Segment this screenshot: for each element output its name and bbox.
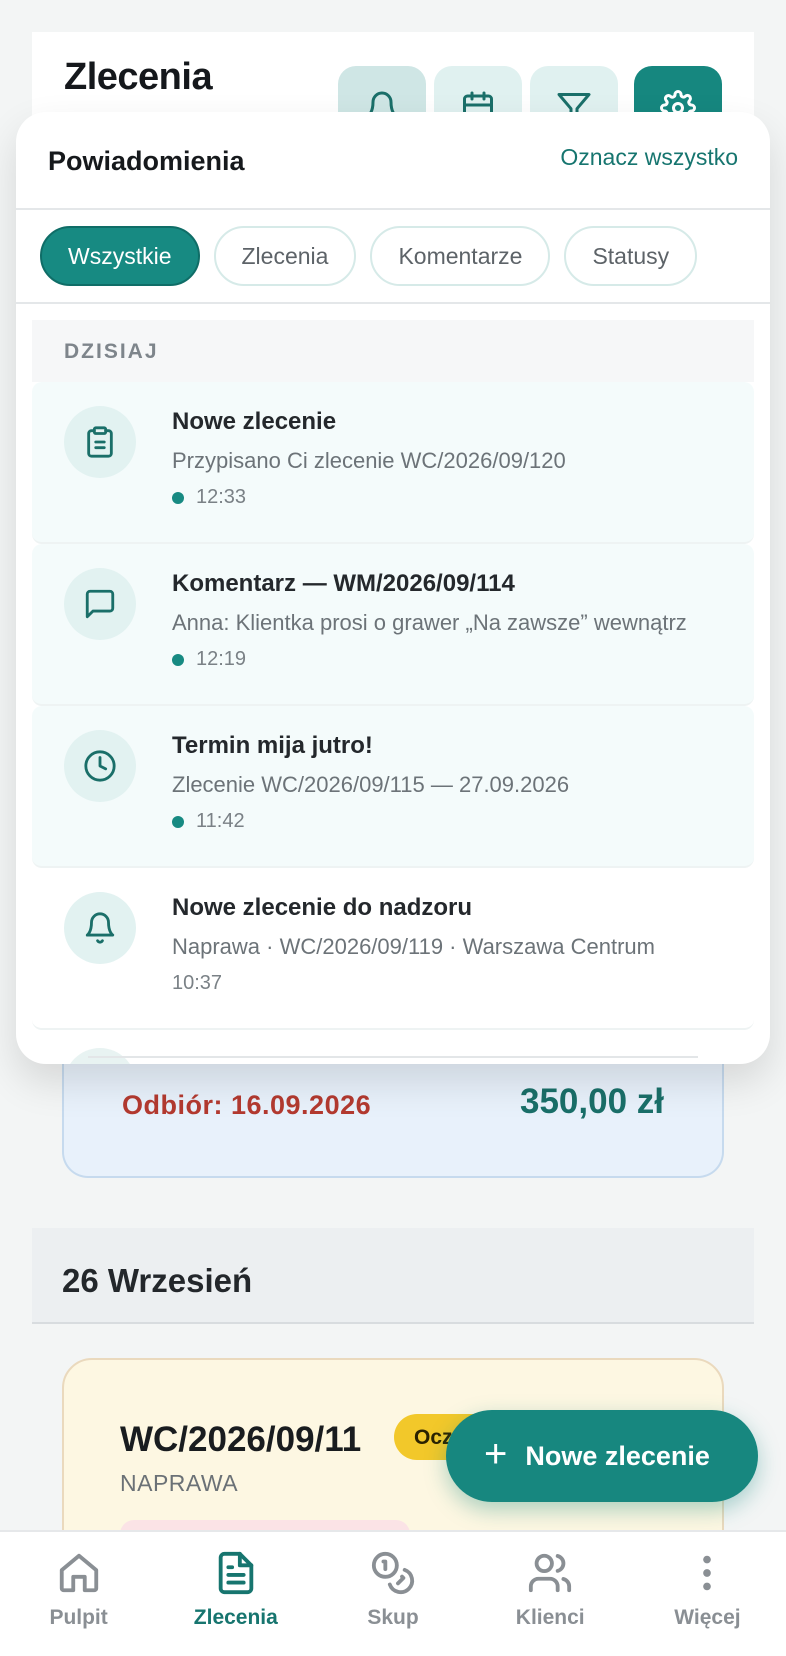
bottom-nav: Pulpit Zlecenia Skup Klienci Więcej	[0, 1530, 786, 1656]
mark-all-read-link[interactable]: Oznacz wszystko	[560, 144, 738, 171]
document-icon	[218, 1551, 254, 1595]
notifications-title: Powiadomienia	[48, 146, 245, 176]
notification-description: Przypisano Ci zlecenie WC/2026/09/120	[172, 448, 566, 473]
nav-item-skup[interactable]: Skup	[314, 1532, 471, 1656]
page-title: Zlecenia	[64, 56, 213, 98]
nav-label: Skup	[367, 1606, 419, 1629]
order-amount: 350,00 zł	[520, 1082, 664, 1121]
clock-icon	[84, 750, 116, 782]
filter-chip-all[interactable]: Wszystkie	[40, 226, 200, 286]
notification-item[interactable]: Nowe zlecenie Przypisano Ci zlecenie WC/…	[32, 382, 754, 544]
time-text: 10:37	[172, 972, 223, 994]
nav-item-pulpit[interactable]: Pulpit	[0, 1532, 157, 1656]
time-text: 12:19	[196, 648, 247, 670]
notification-time: 11:42	[172, 810, 245, 833]
unread-dot	[172, 815, 184, 828]
time-text: 12:33	[196, 486, 247, 508]
coins-icon	[371, 1551, 415, 1595]
notification-title: Nowe zlecenie	[172, 408, 337, 435]
notification-description: Naprawa · WC/2026/09/119 · Warszawa Cent…	[172, 934, 655, 959]
new-order-label: Nowe zlecenie	[525, 1440, 710, 1471]
home-icon	[59, 1553, 98, 1593]
users-icon	[529, 1553, 572, 1593]
nav-label: Pulpit	[49, 1606, 108, 1629]
notification-item[interactable]: Nowe zlecenie do nadzoru Naprawa · WC/20…	[32, 868, 754, 1030]
notification-time: 10:37	[172, 972, 222, 995]
time-text: 11:42	[196, 810, 245, 832]
notification-time: 12:19	[172, 648, 246, 671]
unread-dot	[172, 491, 184, 504]
order-code: WC/2026/09/11	[120, 1420, 362, 1459]
nav-label: Klienci	[515, 1606, 585, 1629]
notifications-panel: Powiadomienia Oznacz wszystko Wszystkie …	[16, 112, 770, 1064]
notification-title: Komentarz — WM/2026/09/114	[172, 570, 515, 597]
notification-description: Anna: Klientka prosi o grawer „Na zawsze…	[172, 610, 687, 635]
notification-item[interactable]: Komentarz — WM/2026/09/114 Anna: Klientk…	[32, 544, 754, 706]
filter-chip-comments[interactable]: Komentarze	[370, 226, 551, 286]
notification-item[interactable]: Termin mija jutro! Zlecenie WC/2026/09/1…	[32, 706, 754, 868]
nav-label: Zlecenia	[193, 1606, 278, 1629]
notification-title: Nowe zlecenie do nadzoru	[172, 894, 473, 921]
notification-filters: Wszystkie Zlecenia Komentarze Statusy	[16, 210, 770, 304]
plus-icon: +	[484, 1432, 508, 1476]
notification-list: DZISIAJ Nowe zlecenie Przypisano Ci zlec…	[32, 320, 754, 1064]
date-label: 26 Wrzesień	[62, 1262, 253, 1299]
notification-item-partial[interactable]	[32, 1030, 754, 1064]
notification-title: Termin mija jutro!	[172, 732, 373, 759]
divider	[88, 1056, 698, 1058]
notification-time: 12:33	[172, 486, 246, 509]
comment-icon	[85, 589, 115, 619]
nav-item-wiecej[interactable]: Więcej	[629, 1532, 786, 1656]
notification-description: Zlecenie WC/2026/09/115 — 27.09.2026	[172, 772, 570, 797]
nav-label: Więcej	[674, 1606, 741, 1629]
order-type: NAPRAWA	[120, 1470, 239, 1496]
more-vertical-icon	[703, 1555, 712, 1591]
unread-dot	[172, 653, 184, 666]
day-header: DZISIAJ	[32, 320, 754, 382]
nav-item-klienci[interactable]: Klienci	[472, 1532, 629, 1656]
clipboard-icon	[87, 426, 113, 458]
filter-chip-orders[interactable]: Zlecenia	[213, 226, 357, 286]
bell-icon	[85, 912, 115, 944]
notifications-header: Powiadomienia Oznacz wszystko	[16, 112, 770, 210]
pickup-date: Odbiór: 16.09.2026	[122, 1090, 372, 1120]
date-section-header: 26 Wrzesień	[32, 1228, 754, 1324]
new-order-button[interactable]: + Nowe zlecenie	[446, 1410, 758, 1502]
filter-chip-statuses[interactable]: Statusy	[564, 226, 698, 286]
nav-item-zlecenia[interactable]: Zlecenia	[157, 1532, 314, 1656]
